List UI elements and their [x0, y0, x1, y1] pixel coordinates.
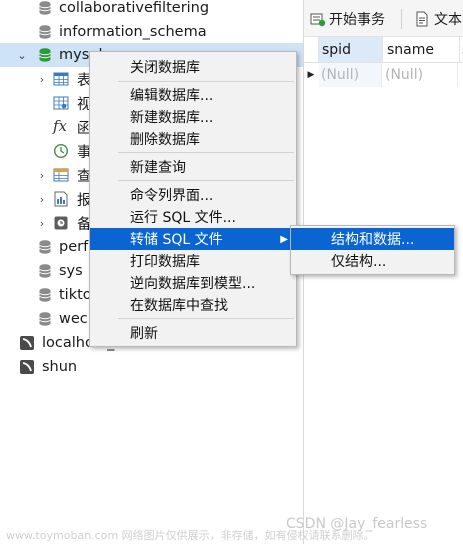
menu-item-find-in-database[interactable]: 在数据库中查找	[90, 294, 296, 316]
menu-item-new-query[interactable]: 新建查询	[90, 156, 296, 178]
menu-item-run-sql-file[interactable]: 运行 SQL 文件...	[90, 206, 296, 228]
begin-transaction-button[interactable]: 开始事务	[310, 8, 385, 30]
menu-item-label: 新建数据库...	[130, 110, 214, 126]
menu-item-label: 关闭数据库	[130, 60, 200, 76]
menu-item-label: 在数据库中查找	[130, 298, 228, 314]
menu-item-structure-and-data[interactable]: 结构和数据...	[291, 228, 454, 250]
menu-item-label: 刷新	[130, 326, 158, 342]
transaction-icon	[310, 13, 326, 27]
chevron-down-icon[interactable]: ⌄	[15, 48, 29, 62]
database-icon	[39, 312, 51, 326]
menu-item-label: 结构和数据...	[331, 232, 415, 248]
menu-item-close-database[interactable]: 关闭数据库	[90, 56, 296, 78]
function-icon: fx	[53, 117, 68, 135]
cell-value: (Null)	[385, 67, 424, 83]
database-icon	[39, 25, 51, 39]
view-icon	[53, 96, 69, 110]
menu-item-label: 仅结构...	[331, 254, 387, 270]
database-icon	[39, 1, 51, 15]
menu-separator	[118, 152, 294, 153]
menu-separator	[118, 180, 294, 181]
menu-item-label: 转储 SQL 文件	[130, 232, 223, 248]
grid-cell[interactable]: (Null)	[383, 63, 458, 87]
database-context-menu: 关闭数据库 编辑数据库... 新建数据库... 删除数据库 新建查询 命令列界面…	[89, 51, 297, 347]
data-grid: spid sname s ▶ (Null) (Null)	[304, 37, 463, 87]
database-icon	[39, 240, 51, 254]
menu-item-label: 逆向数据库到模型...	[130, 276, 256, 292]
tree-item-label: shun	[42, 359, 78, 375]
tree-item-label: collaborativefiltering	[59, 0, 210, 16]
grid-cell[interactable]: (Null)	[319, 63, 382, 87]
chevron-right-icon[interactable]: ›	[35, 72, 49, 86]
connection-icon	[20, 336, 34, 350]
database-icon	[39, 264, 51, 278]
tree-item-label: information_schema	[59, 24, 207, 40]
column-header-spid[interactable]: spid	[319, 37, 383, 63]
cell-value: (Null)	[321, 67, 360, 83]
toolbar-separator	[401, 9, 402, 29]
menu-item-label: 运行 SQL 文件...	[130, 210, 236, 226]
menu-separator	[118, 318, 294, 319]
menu-item-refresh[interactable]: 刷新	[90, 322, 296, 344]
menu-item-dump-sql-file[interactable]: 转储 SQL 文件 ▶	[90, 228, 296, 250]
query-icon	[53, 168, 69, 182]
column-header-label: spid	[322, 41, 351, 58]
chevron-right-icon[interactable]: ›	[35, 192, 49, 206]
menu-separator	[118, 81, 294, 82]
data-toolbar: 开始事务 文本	[304, 0, 463, 37]
backup-icon	[54, 216, 68, 230]
tree-item-label: tikto	[59, 287, 92, 303]
submenu-arrow-icon: ▶	[280, 233, 288, 245]
connection-icon	[20, 360, 34, 374]
site-watermark: www.toymoban.com 网络图片仅供展示，非存储，如有侵权请联系删除。	[6, 529, 375, 542]
clock-icon	[53, 143, 69, 159]
menu-item-label: 新建查询	[130, 160, 186, 176]
menu-item-label: 编辑数据库...	[130, 88, 214, 104]
tree-item-connection-shun[interactable]: shun	[0, 355, 303, 379]
tree-item-information-schema[interactable]: information_schema	[0, 20, 303, 44]
tree-item-label: sys	[59, 263, 83, 279]
menu-item-structure-only[interactable]: 仅结构...	[291, 250, 454, 272]
menu-item-command-line[interactable]: 命令列界面...	[90, 184, 296, 206]
menu-item-label: 打印数据库	[130, 254, 200, 270]
row-header-corner	[304, 37, 319, 63]
table-icon	[53, 72, 69, 86]
tree-item-label: wec	[59, 311, 88, 327]
column-header-label: sname	[387, 41, 434, 58]
tree-item-collaborativefiltering[interactable]: collaborativefiltering	[0, 0, 303, 20]
text-view-button[interactable]: 文本	[414, 8, 462, 30]
chevron-right-icon[interactable]: ›	[35, 168, 49, 182]
report-icon	[54, 191, 68, 207]
tree-item-label: perf	[59, 239, 89, 255]
begin-transaction-label: 开始事务	[329, 12, 385, 28]
current-row-marker-icon: ▶	[307, 70, 315, 80]
menu-item-label: 删除数据库	[130, 132, 200, 148]
column-header-sname[interactable]: sname	[383, 37, 460, 63]
text-view-label: 文本	[434, 12, 462, 28]
dump-sql-submenu: 结构和数据... 仅结构...	[290, 225, 455, 275]
text-file-icon	[416, 11, 428, 27]
database-open-icon	[39, 48, 51, 62]
chevron-right-icon[interactable]: ›	[35, 216, 49, 230]
menu-item-new-database[interactable]: 新建数据库...	[90, 106, 296, 128]
menu-item-print-database[interactable]: 打印数据库	[90, 250, 296, 272]
database-icon	[39, 288, 51, 302]
menu-item-label: 命令列界面...	[130, 188, 214, 204]
menu-item-edit-database[interactable]: 编辑数据库...	[90, 84, 296, 106]
menu-item-delete-database[interactable]: 删除数据库	[90, 128, 296, 150]
menu-item-reverse-to-model[interactable]: 逆向数据库到模型...	[90, 272, 296, 294]
